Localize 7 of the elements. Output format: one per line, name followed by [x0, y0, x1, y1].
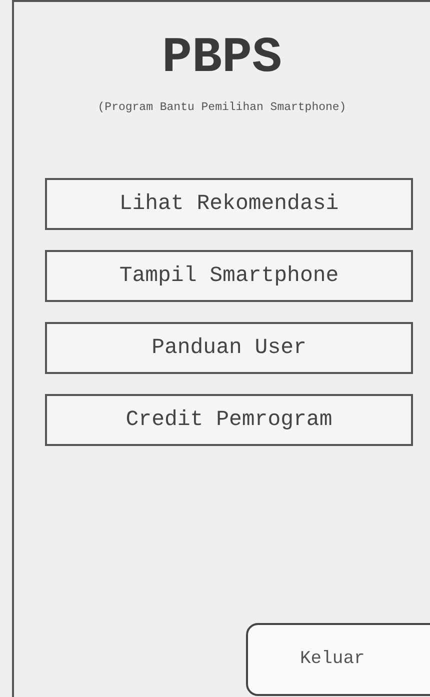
- app-title: PBPS: [160, 29, 284, 84]
- menu-button[interactable]: Tampil Smartphone: [45, 250, 413, 302]
- menu-button[interactable]: Credit Pemrogram: [45, 394, 413, 446]
- menu-button[interactable]: Lihat Rekomendasi: [45, 178, 413, 230]
- exit-button[interactable]: Keluar: [246, 623, 430, 696]
- menu-button[interactable]: Panduan User: [45, 322, 413, 374]
- app-subtitle: (Program Bantu Pemilihan Smartphone): [96, 100, 348, 116]
